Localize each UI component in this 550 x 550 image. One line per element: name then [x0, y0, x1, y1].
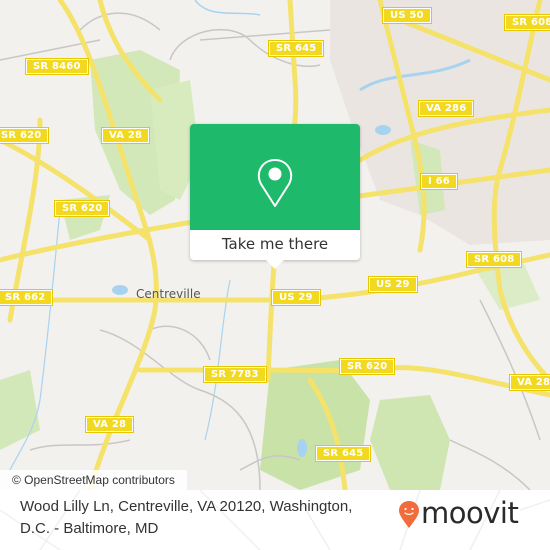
road-shield-sr608: SR 608 — [503, 14, 550, 31]
moovit-logo[interactable]: moovit — [399, 496, 539, 540]
moovit-wordmark: moovit — [421, 496, 519, 530]
road-shield-va286: VA 286 — [508, 374, 550, 391]
park-area — [370, 395, 450, 490]
lake — [375, 125, 391, 135]
location-popup: Take me there — [190, 124, 360, 269]
lake — [112, 285, 128, 295]
take-me-there-label: Take me there — [221, 235, 329, 253]
road-shield-us29: US 29 — [368, 276, 418, 293]
park-area — [260, 360, 370, 490]
road-shield-sr620: SR 620 — [53, 200, 111, 217]
take-me-there-button[interactable]: Take me there — [190, 230, 360, 260]
road-shield-us29: US 29 — [271, 289, 321, 306]
stream — [194, 0, 261, 16]
road-shield-sr645: SR 645 — [314, 445, 372, 462]
road-shield-sr662: SR 662 — [0, 289, 54, 306]
road-shield-us50: US 50 — [382, 7, 432, 24]
popup-header — [190, 124, 360, 230]
map-pin-icon — [257, 159, 293, 207]
road-shield-sr608: SR 608 — [465, 251, 523, 268]
road-shield-sr620: SR 620 — [0, 127, 50, 144]
park-area — [0, 370, 40, 450]
moovit-pin-icon — [399, 501, 419, 528]
road-shield-i66: I 66 — [420, 173, 458, 190]
lake — [297, 439, 307, 457]
town-label-centreville: Centreville — [136, 287, 201, 301]
road-shield-va28: VA 28 — [84, 416, 135, 433]
stream — [204, 279, 231, 441]
road-shield-va28: VA 28 — [100, 127, 151, 144]
road-shield-va286: VA 286 — [417, 100, 475, 117]
road-shield-sr7783: SR 7783 — [203, 366, 267, 383]
road-shield-sr645: SR 645 — [267, 40, 325, 57]
map-attribution[interactable]: © OpenStreetMap contributors — [0, 470, 187, 490]
popup-pointer — [265, 259, 285, 269]
road-shield-sr8460: SR 8460 — [25, 58, 89, 75]
address-text: Wood Lilly Ln, Centreville, VA 20120, Wa… — [20, 498, 353, 537]
road-shield-sr620: SR 620 — [338, 358, 396, 375]
